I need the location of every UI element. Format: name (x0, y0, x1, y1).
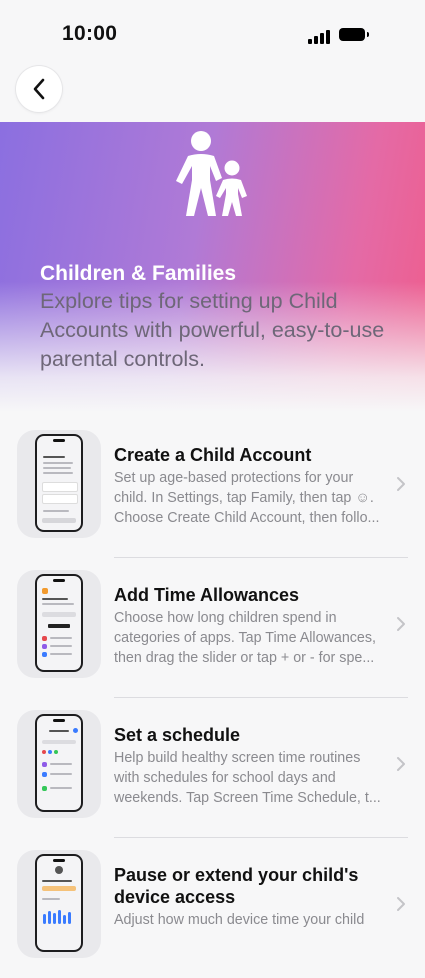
tip-title: Add Time Allowances (114, 585, 300, 605)
tip-description: Help build healthy screen time routines … (114, 750, 381, 806)
cellular-signal-icon (308, 30, 330, 44)
chevron-right-icon (397, 617, 405, 631)
tip-thumbnail (17, 710, 101, 818)
chevron-right-icon (397, 477, 405, 491)
battery-icon (339, 28, 369, 41)
status-bar: 10:00 (0, 0, 425, 62)
tips-list: Create a Child Account Set up age-based … (0, 418, 425, 978)
tip-description: Set up age-based protections for your ch… (114, 470, 380, 526)
list-item[interactable]: Set a schedule Help build healthy screen… (0, 698, 425, 838)
tip-thumbnail (17, 850, 101, 958)
tip-thumbnail (17, 430, 101, 538)
chevron-right-icon (397, 757, 405, 771)
hero-title: Children & Families (40, 262, 237, 285)
hero-description: Explore tips for setting up Child Accoun… (40, 289, 385, 371)
back-button[interactable] (16, 66, 62, 112)
list-item[interactable]: Pause or extend your child's device acce… (0, 838, 425, 978)
parent-and-child-icon (176, 131, 247, 216)
tip-description: Adjust how much device time your child (114, 912, 365, 928)
tip-title: Set a schedule (114, 725, 241, 745)
chevron-right-icon (397, 897, 405, 911)
tip-title: Create a Child Account (114, 445, 312, 465)
tip-thumbnail (17, 570, 101, 678)
list-item[interactable]: Create a Child Account Set up age-based … (0, 418, 425, 558)
status-time: 10:00 (62, 22, 118, 45)
tip-description: Choose how long children spend in catego… (114, 610, 376, 666)
list-item[interactable]: Add Time Allowances Choose how long chil… (0, 558, 425, 698)
chevron-left-icon (33, 78, 45, 100)
hero-banner: Children & Families Explore tips for set… (0, 122, 425, 412)
tip-title: Pause or extend your child's device acce… (114, 865, 359, 907)
